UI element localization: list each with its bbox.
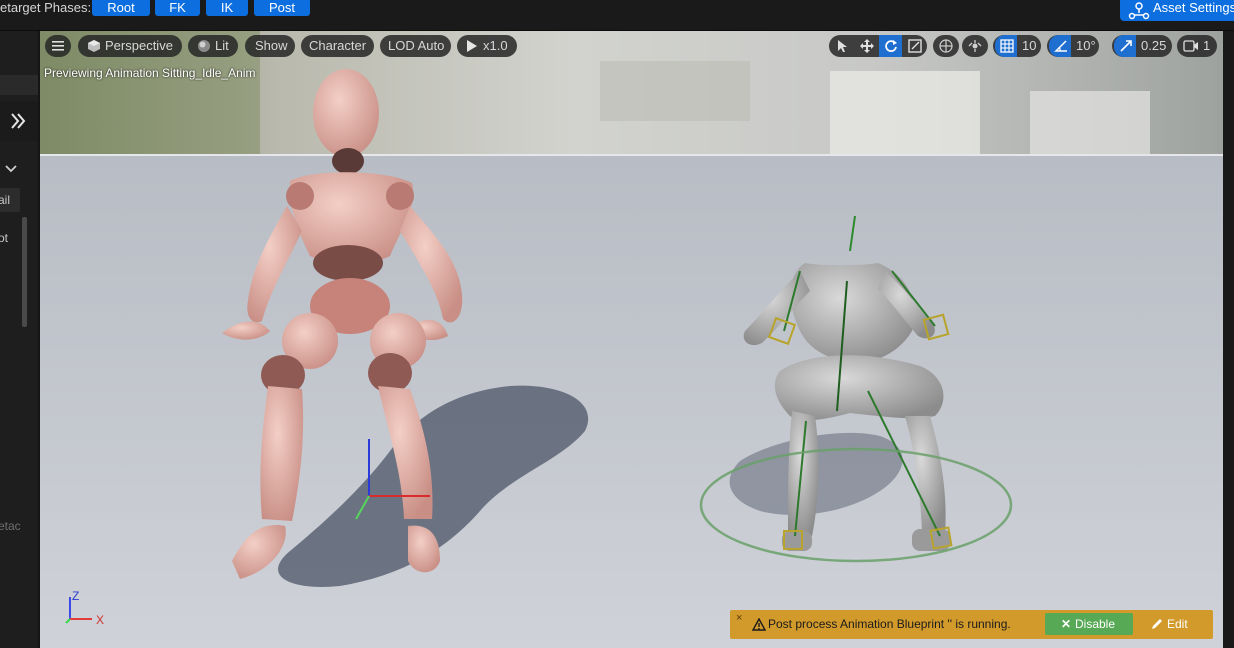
disable-label: Disable xyxy=(1075,617,1116,631)
x-icon: ✕ xyxy=(1061,617,1072,631)
lit-sphere-icon xyxy=(198,40,210,52)
left-side-panel: ail ot etac xyxy=(0,31,38,648)
panel-item-2[interactable]: ot xyxy=(0,231,8,245)
rotate-tool[interactable] xyxy=(879,35,902,57)
panel-scrollbar[interactable] xyxy=(22,217,27,327)
coordinate-space-button[interactable] xyxy=(933,35,959,57)
character-label: Character xyxy=(309,38,367,53)
disable-button[interactable]: ✕ Disable xyxy=(1045,613,1133,635)
hamburger-icon xyxy=(52,41,64,51)
expand-panel-button[interactable] xyxy=(0,101,38,141)
play-speed-label: x1.0 xyxy=(483,38,508,53)
scale-snap-toggle[interactable] xyxy=(1114,35,1136,57)
grid-snap-toggle[interactable] xyxy=(995,35,1017,57)
viewport-options-button[interactable] xyxy=(45,35,71,57)
scale-snap-icon xyxy=(1120,40,1132,52)
move-icon xyxy=(860,39,874,53)
rotation-snap-group: 10° xyxy=(1047,35,1099,57)
asset-settings-label: Asset Settings xyxy=(1153,0,1234,15)
perspective-button[interactable]: Perspective xyxy=(78,35,182,57)
preview-status-text: Previewing Animation Sitting_Idle_Anim xyxy=(44,66,256,80)
axis-z-label: Z xyxy=(72,589,80,603)
phase-ik-button[interactable]: IK xyxy=(206,0,248,16)
asset-settings-icon xyxy=(1128,2,1150,20)
show-label: Show xyxy=(255,38,288,53)
rotation-snap-value[interactable]: 10° xyxy=(1076,35,1096,57)
axis-indicator xyxy=(65,597,92,624)
angle-icon xyxy=(1054,40,1067,52)
cursor-icon xyxy=(838,40,847,52)
camera-speed-button[interactable]: 1 xyxy=(1177,35,1217,57)
retarget-toolbar: etarget Phases: Root FK IK Post Asset Se… xyxy=(0,0,1234,31)
camera-icon xyxy=(1183,40,1198,52)
chevron-down-icon[interactable] xyxy=(4,164,18,174)
scale-icon xyxy=(908,39,922,53)
panel-item-1[interactable]: ail xyxy=(0,193,10,207)
perspective-label: Perspective xyxy=(105,38,173,53)
play-speed-button[interactable]: x1.0 xyxy=(457,35,517,57)
snap-icon xyxy=(968,40,982,52)
surface-snap-button[interactable] xyxy=(962,35,988,57)
retarget-phases-label: etarget Phases: xyxy=(0,0,92,15)
post-process-notification: × Post process Animation Blueprint '' is… xyxy=(730,610,1213,639)
warning-icon xyxy=(752,618,766,631)
world-space-icon xyxy=(939,39,953,53)
lod-button[interactable]: LOD Auto xyxy=(380,35,451,57)
right-side-panel xyxy=(1223,31,1234,648)
edit-button[interactable]: Edit xyxy=(1143,613,1209,635)
panel-item-3: etac xyxy=(0,519,21,533)
notification-close-button[interactable]: × xyxy=(736,612,742,624)
character-button[interactable]: Character xyxy=(301,35,374,57)
translate-tool[interactable] xyxy=(855,35,878,57)
transform-tools xyxy=(829,35,927,57)
notification-message: Post process Animation Blueprint '' is r… xyxy=(768,617,1011,631)
play-icon xyxy=(467,40,477,52)
viewport-scene xyxy=(40,31,1223,648)
panel-header xyxy=(0,75,38,95)
rotation-snap-toggle[interactable] xyxy=(1049,35,1071,57)
scale-snap-value[interactable]: 0.25 xyxy=(1141,35,1166,57)
grid-snap-group: 10 xyxy=(993,35,1041,57)
lit-button[interactable]: Lit xyxy=(188,35,238,57)
phase-root-button[interactable]: Root xyxy=(92,0,150,16)
animation-viewport[interactable]: Perspective Lit Show Character LOD Auto … xyxy=(40,31,1223,648)
edit-label: Edit xyxy=(1167,617,1188,631)
phase-fk-button[interactable]: FK xyxy=(155,0,200,16)
asset-settings-button[interactable]: Asset Settings xyxy=(1120,0,1234,21)
scale-snap-group: 0.25 xyxy=(1112,35,1172,57)
double-chevron-right-icon xyxy=(11,113,26,129)
cube-icon xyxy=(88,40,100,52)
grid-icon xyxy=(1000,39,1014,53)
lod-label: LOD Auto xyxy=(388,38,445,53)
scale-tool[interactable] xyxy=(903,35,926,57)
grid-snap-value[interactable]: 10 xyxy=(1022,35,1036,57)
phase-post-button[interactable]: Post xyxy=(254,0,310,16)
lit-label: Lit xyxy=(215,38,229,53)
axis-x-label: X xyxy=(96,613,105,627)
rotate-icon xyxy=(885,40,897,52)
pencil-icon xyxy=(1152,619,1162,629)
select-tool[interactable] xyxy=(831,35,854,57)
camera-speed-value: 1 xyxy=(1203,38,1211,53)
show-button[interactable]: Show xyxy=(245,35,295,57)
